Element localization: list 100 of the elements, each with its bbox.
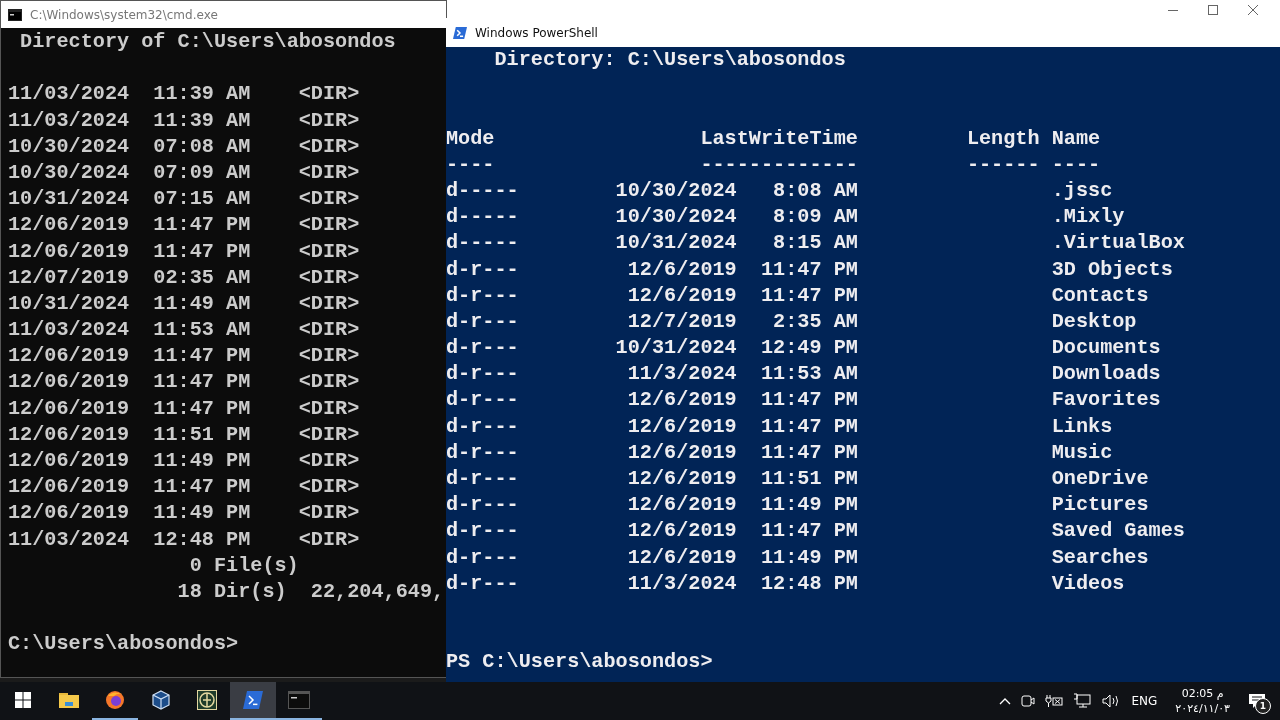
table-cell-text: 8:08 AM (772, 177, 858, 204)
table-cell-text: d-r--- (446, 387, 520, 414)
command-prompt[interactable]: PS C:\Users\abosondos> (446, 650, 713, 674)
directory-entry: 12/06/2019 11:47 PM <DIR> (8, 213, 360, 237)
directory-entry: 11/03/2024 11:39 AM <DIR> (8, 82, 360, 106)
table-cell-text: Links (1050, 413, 1114, 440)
language-indicator[interactable]: ENG (1131, 694, 1158, 708)
directory-entry: 12/06/2019 11:47 PM <DIR> (8, 370, 360, 394)
table-cell-text: 2:35 AM (772, 308, 858, 335)
table-cell-text: 3D Objects (1050, 256, 1174, 283)
column-header: ------------- (699, 151, 858, 178)
directory-entry: 11/03/2024 11:53 AM <DIR> (8, 318, 360, 342)
table-cell-text: d-r--- (446, 466, 520, 492)
directory-entry: 12/06/2019 11:47 PM <DIR> (8, 396, 360, 420)
table-cell-text: d----- (446, 177, 520, 204)
table-cell-text: Videos (1050, 570, 1126, 597)
console-icon (8, 8, 22, 21)
close-icon (1248, 5, 1258, 15)
table-cell-text: 11:49 PM (759, 544, 858, 571)
command-prompt[interactable]: C:\Users\abosondos> (8, 632, 239, 656)
directory-entry: 12/06/2019 11:47 PM <DIR> (8, 344, 360, 368)
table-cell-text: d----- (446, 204, 520, 231)
table-cell-text: d-r--- (446, 335, 520, 362)
table-cell-text: 12/6/2019 (626, 413, 737, 440)
column-header: ---- (446, 151, 496, 178)
table-cell-text: Favorites (1050, 387, 1162, 414)
table-cell-text: d-r--- (446, 282, 520, 309)
table-cell-text: 10/31/2024 (614, 335, 737, 362)
browser-icon (105, 690, 125, 710)
directory-entry: 12/06/2019 11:49 PM <DIR> (8, 449, 360, 472)
table-cell-text: 12/6/2019 (626, 256, 737, 283)
clock[interactable]: 02:05 م ٢٠٢٤/١١/٠٣ (1175, 686, 1230, 716)
table-cell-text: 10/31/2024 (614, 230, 737, 257)
table-cell-text: Downloads (1050, 361, 1162, 388)
table-cell-text: 10/30/2024 (614, 177, 737, 204)
table-cell-text: .VirtualBox (1050, 230, 1186, 257)
table-cell-text: 12/6/2019 (626, 544, 737, 571)
directory-entry: 12/06/2019 11:49 PM <DIR> (8, 501, 360, 525)
table-cell-text: Saved Games (1050, 518, 1186, 545)
table-cell-text: Documents (1050, 335, 1162, 362)
directory-entry: 10/30/2024 07:08 AM <DIR> (8, 134, 360, 158)
network-icon (1073, 693, 1092, 709)
windows-logo-icon (15, 692, 31, 708)
table-cell-text: 8:15 AM (772, 230, 858, 257)
notification-badge: 1 (1255, 698, 1271, 714)
table-cell-text: d-r--- (446, 361, 520, 388)
table-cell-text: 12/6/2019 (626, 282, 737, 309)
table-cell-text: .jssc (1050, 177, 1114, 204)
table-cell-text: 11:53 AM (759, 361, 858, 388)
table-cell-text: Contacts (1050, 282, 1150, 309)
table-cell-text: 12/6/2019 (626, 492, 737, 519)
app-icon (197, 690, 217, 710)
table-cell-text: 12/6/2019 (626, 439, 737, 466)
table-cell-text: Searches (1050, 544, 1150, 571)
table-cell-text: 12/7/2019 (626, 308, 737, 335)
table-cell-text: OneDrive (1050, 466, 1150, 492)
summary-line: 0 File(s) (188, 553, 299, 577)
summary-line: 18 Dir(s) 22,204,649, (176, 579, 445, 603)
directory-entry: 12/06/2019 11:47 PM <DIR> (8, 239, 360, 263)
table-cell-text: Desktop (1050, 308, 1138, 335)
table-cell-text: 11:51 PM (759, 466, 858, 492)
table-cell-text: 11/3/2024 (626, 570, 737, 597)
chevron-up-icon (999, 697, 1012, 705)
maximize-icon (1208, 5, 1218, 15)
window-title: Windows PowerShell (475, 25, 598, 40)
column-header: ---- (1050, 151, 1102, 178)
table-cell-text: d-r--- (446, 570, 520, 597)
terminal-icon (453, 25, 467, 40)
table-cell-text: 11:47 PM (759, 518, 858, 545)
column-header: Length (965, 125, 1040, 152)
table-cell-text: 11/3/2024 (626, 361, 737, 388)
directory-heading: Directory: C:\Users\abosondos (493, 48, 846, 71)
table-cell-text: .Mixly (1050, 204, 1126, 231)
table-cell-text: 12:48 PM (759, 570, 858, 597)
table-cell-text: Pictures (1050, 492, 1150, 519)
table-cell-text: 11:49 PM (759, 492, 858, 519)
table-cell-text: 10/30/2024 (614, 204, 737, 231)
table-cell-text: 11:47 PM (759, 256, 858, 283)
table-cell-text: 11:47 PM (759, 387, 858, 414)
column-header: ------ (965, 151, 1040, 178)
directory-entry: 12/07/2019 02:35 AM <DIR> (8, 265, 360, 289)
directory-entry: 12/06/2019 11:51 PM <DIR> (8, 422, 360, 446)
column-header: Name (1050, 125, 1102, 152)
terminal-icon (243, 690, 263, 710)
table-cell-text: 11:47 PM (759, 282, 858, 309)
console-icon (288, 691, 310, 709)
table-cell-text: 8:09 AM (772, 204, 858, 231)
table-cell-text: 12:49 PM (759, 335, 858, 362)
folder-icon (59, 692, 79, 708)
table-cell-text: 11:47 PM (759, 439, 858, 466)
table-cell-text: 11:47 PM (759, 413, 858, 440)
column-header: LastWriteTime (699, 125, 858, 152)
directory-entry: 10/30/2024 07:09 AM <DIR> (8, 160, 360, 184)
table-cell-text: d----- (446, 230, 520, 257)
table-cell-text: 12/6/2019 (626, 518, 737, 545)
table-cell-text: Music (1050, 439, 1114, 466)
directory-entry: 11/03/2024 11:39 AM <DIR> (8, 108, 360, 132)
table-cell-text: d-r--- (446, 256, 520, 283)
column-header: Mode (446, 125, 496, 152)
directory-entry: 10/31/2024 11:49 AM <DIR> (8, 291, 360, 315)
